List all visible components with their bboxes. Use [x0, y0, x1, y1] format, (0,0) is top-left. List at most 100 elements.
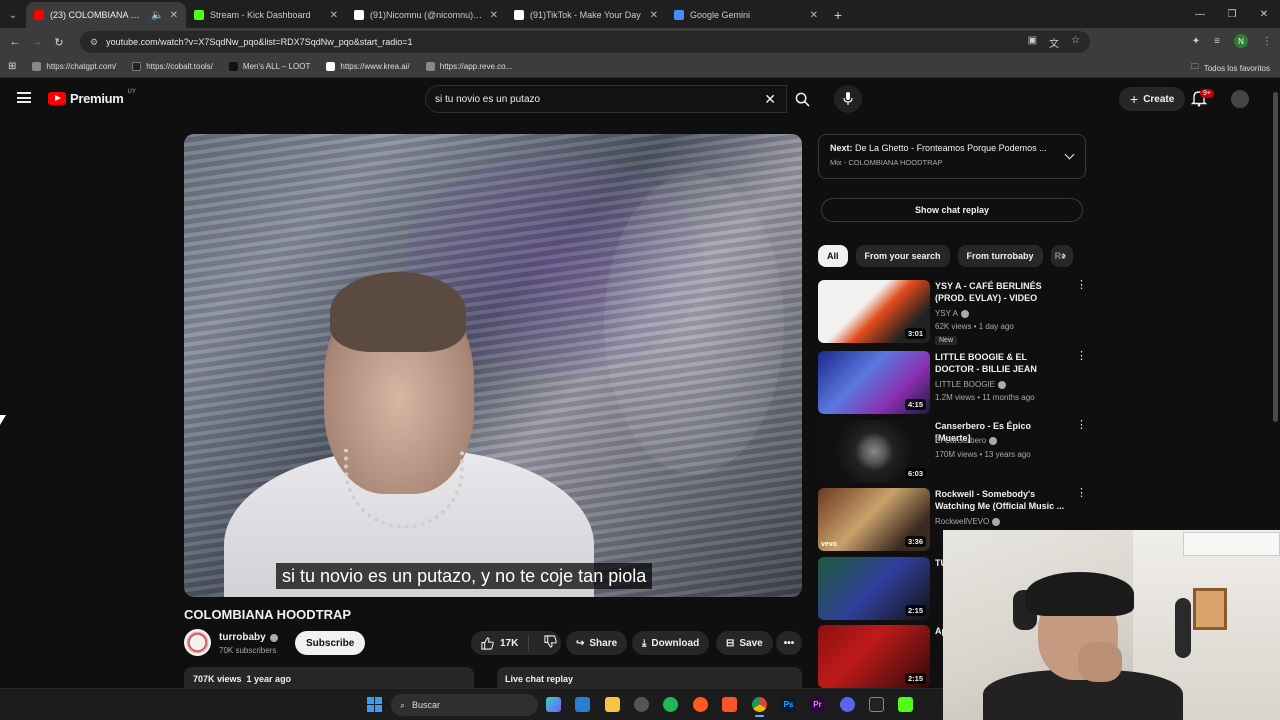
youtube-premium-logo[interactable]: Premium UY: [48, 89, 136, 106]
video-thumbnail[interactable]: 2:15: [818, 557, 930, 620]
video-thumbnail[interactable]: 4:15: [818, 351, 930, 414]
clear-search-icon[interactable]: ✕: [764, 91, 776, 108]
file-explorer-icon[interactable]: [605, 697, 620, 712]
omnibox[interactable]: ⚙ youtube.com/watch?v=X7SqdNw_pqo&list=R…: [80, 31, 1090, 53]
chip-all[interactable]: All: [818, 245, 848, 267]
brave-icon[interactable]: [722, 697, 737, 712]
premiere-icon[interactable]: Pr: [810, 697, 825, 712]
outlook-icon[interactable]: [575, 697, 590, 712]
search-query-text[interactable]: si tu novio es un putazo: [435, 94, 540, 105]
more-actions-button[interactable]: •••: [776, 631, 802, 655]
save-button[interactable]: ⊟ Save: [716, 631, 773, 655]
bookmark-chatgpt[interactable]: https://chatgpt.com/: [32, 62, 116, 71]
recommendation-title[interactable]: Rockwell - Somebody's Watching Me (Offic…: [935, 488, 1067, 512]
channel-name-text[interactable]: El Canserbero: [935, 436, 986, 445]
browser-menu-icon[interactable]: ⋮: [1262, 36, 1272, 47]
recommendation-channel[interactable]: LITTLE BOOGIE: [935, 380, 1007, 389]
search-button[interactable]: [787, 85, 817, 113]
share-button[interactable]: ↪ Share: [566, 631, 628, 655]
account-avatar[interactable]: [1231, 90, 1249, 108]
profile-avatar[interactable]: N: [1234, 34, 1248, 48]
channel-name[interactable]: turrobaby: [219, 632, 278, 643]
like-button[interactable]: 17K: [471, 635, 530, 651]
back-arrow-icon[interactable]: ←: [4, 36, 26, 48]
tab-tiktok-home[interactable]: (91)TikTok - Make Your Day ✕: [506, 2, 666, 28]
more-vertical-icon[interactable]: ⋮: [1076, 280, 1087, 291]
bookmark-reve[interactable]: https://app.reve.co...: [425, 62, 512, 71]
close-window-icon[interactable]: ✕: [1248, 0, 1280, 28]
recommendation-channel[interactable]: El Canserbero: [935, 436, 998, 445]
extensions-puzzle-icon[interactable]: ✦: [1192, 36, 1200, 47]
channel-name-text[interactable]: RockwellVEVO: [935, 517, 989, 526]
video-thumbnail[interactable]: 2:15: [818, 625, 930, 688]
tab-tiktok-nicomnu[interactable]: (91)Nicomnu (@nicomnu) | TikTok ✕: [346, 2, 506, 28]
hamburger-menu-icon[interactable]: [17, 92, 31, 103]
recommendation-title[interactable]: LITTLE BOOGIE & EL DOCTOR - BILLIE JEAN …: [935, 351, 1067, 377]
tab-kick-dashboard[interactable]: Stream - Kick Dashboard ✕: [186, 2, 346, 28]
media-control-icon[interactable]: ≡: [1214, 36, 1220, 47]
create-button[interactable]: + Create: [1119, 87, 1186, 111]
chip-from-turrobaby[interactable]: From turrobaby: [957, 245, 1043, 267]
close-tab-icon[interactable]: ✕: [330, 10, 338, 21]
recommendation-item[interactable]: 6:03 Canserbero - Es Épico [Muerte] El C…: [818, 420, 1087, 484]
mute-tab-icon[interactable]: 🔈: [151, 10, 163, 21]
all-bookmarks[interactable]: 🗀 Todos los favoritos: [1191, 61, 1270, 75]
close-tab-icon[interactable]: ✕: [170, 10, 178, 21]
scrollbar-thumb[interactable]: [1273, 92, 1278, 422]
close-tab-icon[interactable]: ✕: [810, 10, 818, 21]
chip-from-your-search[interactable]: From your search: [855, 245, 950, 267]
show-chat-replay-button[interactable]: Show chat replay: [821, 198, 1083, 222]
restore-icon[interactable]: ❐: [1216, 0, 1248, 28]
url-text[interactable]: youtube.com/watch?v=X7SqdNw_pqo&list=RDX…: [106, 37, 412, 47]
install-app-icon[interactable]: ▣: [1028, 35, 1037, 50]
download-button[interactable]: ⤓ Download: [632, 631, 710, 655]
channel-avatar[interactable]: [184, 629, 211, 656]
video-thumbnail[interactable]: 3:36 vevo: [818, 488, 930, 551]
video-player[interactable]: [184, 134, 802, 597]
taskbar-search[interactable]: ⌕ Buscar: [391, 694, 538, 716]
windows-start-icon[interactable]: [367, 697, 382, 712]
dislike-button[interactable]: [534, 635, 567, 651]
recommendation-title[interactable]: YSY A - CAFÉ BERLINÉS (PROD. EVLAY) - VI…: [935, 280, 1067, 306]
epic-games-icon[interactable]: [869, 697, 884, 712]
bookmark-cobalt[interactable]: https://cobalt.tools/: [132, 62, 213, 71]
spotify-icon[interactable]: [663, 697, 678, 712]
bookmark-star-icon[interactable]: ☆: [1071, 35, 1080, 50]
tab-colombiana-hoodtrap[interactable]: (23) COLOMBIANA HOODTRAP 🔈 ✕: [26, 2, 186, 28]
new-tab-plus-icon[interactable]: +: [826, 2, 850, 28]
video-thumbnail[interactable]: 3:01: [818, 280, 930, 343]
discord-icon[interactable]: [840, 697, 855, 712]
tab-google-gemini[interactable]: Google Gemini ✕: [666, 2, 826, 28]
site-info-tune-icon[interactable]: ⚙: [90, 37, 98, 48]
kick-icon[interactable]: [898, 697, 913, 712]
app-icon[interactable]: [693, 697, 708, 712]
obs-icon[interactable]: [634, 697, 649, 712]
voice-search-button[interactable]: [834, 85, 862, 113]
subscribe-button[interactable]: Subscribe: [295, 631, 366, 655]
photoshop-icon[interactable]: Ps: [781, 697, 796, 712]
minimize-icon[interactable]: —: [1184, 0, 1216, 28]
bookmark-loot[interactable]: Men's ALL – LOOT: [228, 62, 310, 71]
close-tab-icon[interactable]: ✕: [490, 10, 498, 21]
channel-name-text[interactable]: LITTLE BOOGIE: [935, 380, 995, 389]
recommendation-item[interactable]: 4:15 LITTLE BOOGIE & EL DOCTOR - BILLIE …: [818, 351, 1087, 415]
recommendation-channel[interactable]: YSY A: [935, 309, 969, 318]
chrome-icon[interactable]: [752, 697, 767, 717]
channel-name-text[interactable]: YSY A: [935, 309, 958, 318]
tab-search-chevron-icon[interactable]: ⌄: [0, 2, 26, 28]
more-vertical-icon[interactable]: ⋮: [1076, 488, 1087, 499]
page-scrollbar[interactable]: [1271, 80, 1280, 530]
apps-grid-icon[interactable]: ⊞: [8, 61, 16, 72]
search-input[interactable]: si tu novio es un putazo ✕: [425, 85, 787, 113]
recommendation-channel[interactable]: RockwellVEVO: [935, 517, 1001, 526]
chevron-right-icon[interactable]: ›: [1062, 250, 1072, 262]
more-vertical-icon[interactable]: ⋮: [1076, 351, 1087, 362]
copilot-icon[interactable]: [546, 697, 561, 712]
reload-icon[interactable]: ↻: [48, 36, 70, 49]
recommendation-item[interactable]: 3:01 YSY A - CAFÉ BERLINÉS (PROD. EVLAY)…: [818, 280, 1087, 345]
forward-arrow-icon[interactable]: →: [26, 36, 48, 48]
more-vertical-icon[interactable]: ⋮: [1076, 420, 1087, 431]
channel-name-text[interactable]: turrobaby: [219, 632, 266, 643]
video-thumbnail[interactable]: 6:03: [818, 420, 930, 483]
bookmark-krea[interactable]: https://www.krea.ai/: [326, 62, 410, 71]
